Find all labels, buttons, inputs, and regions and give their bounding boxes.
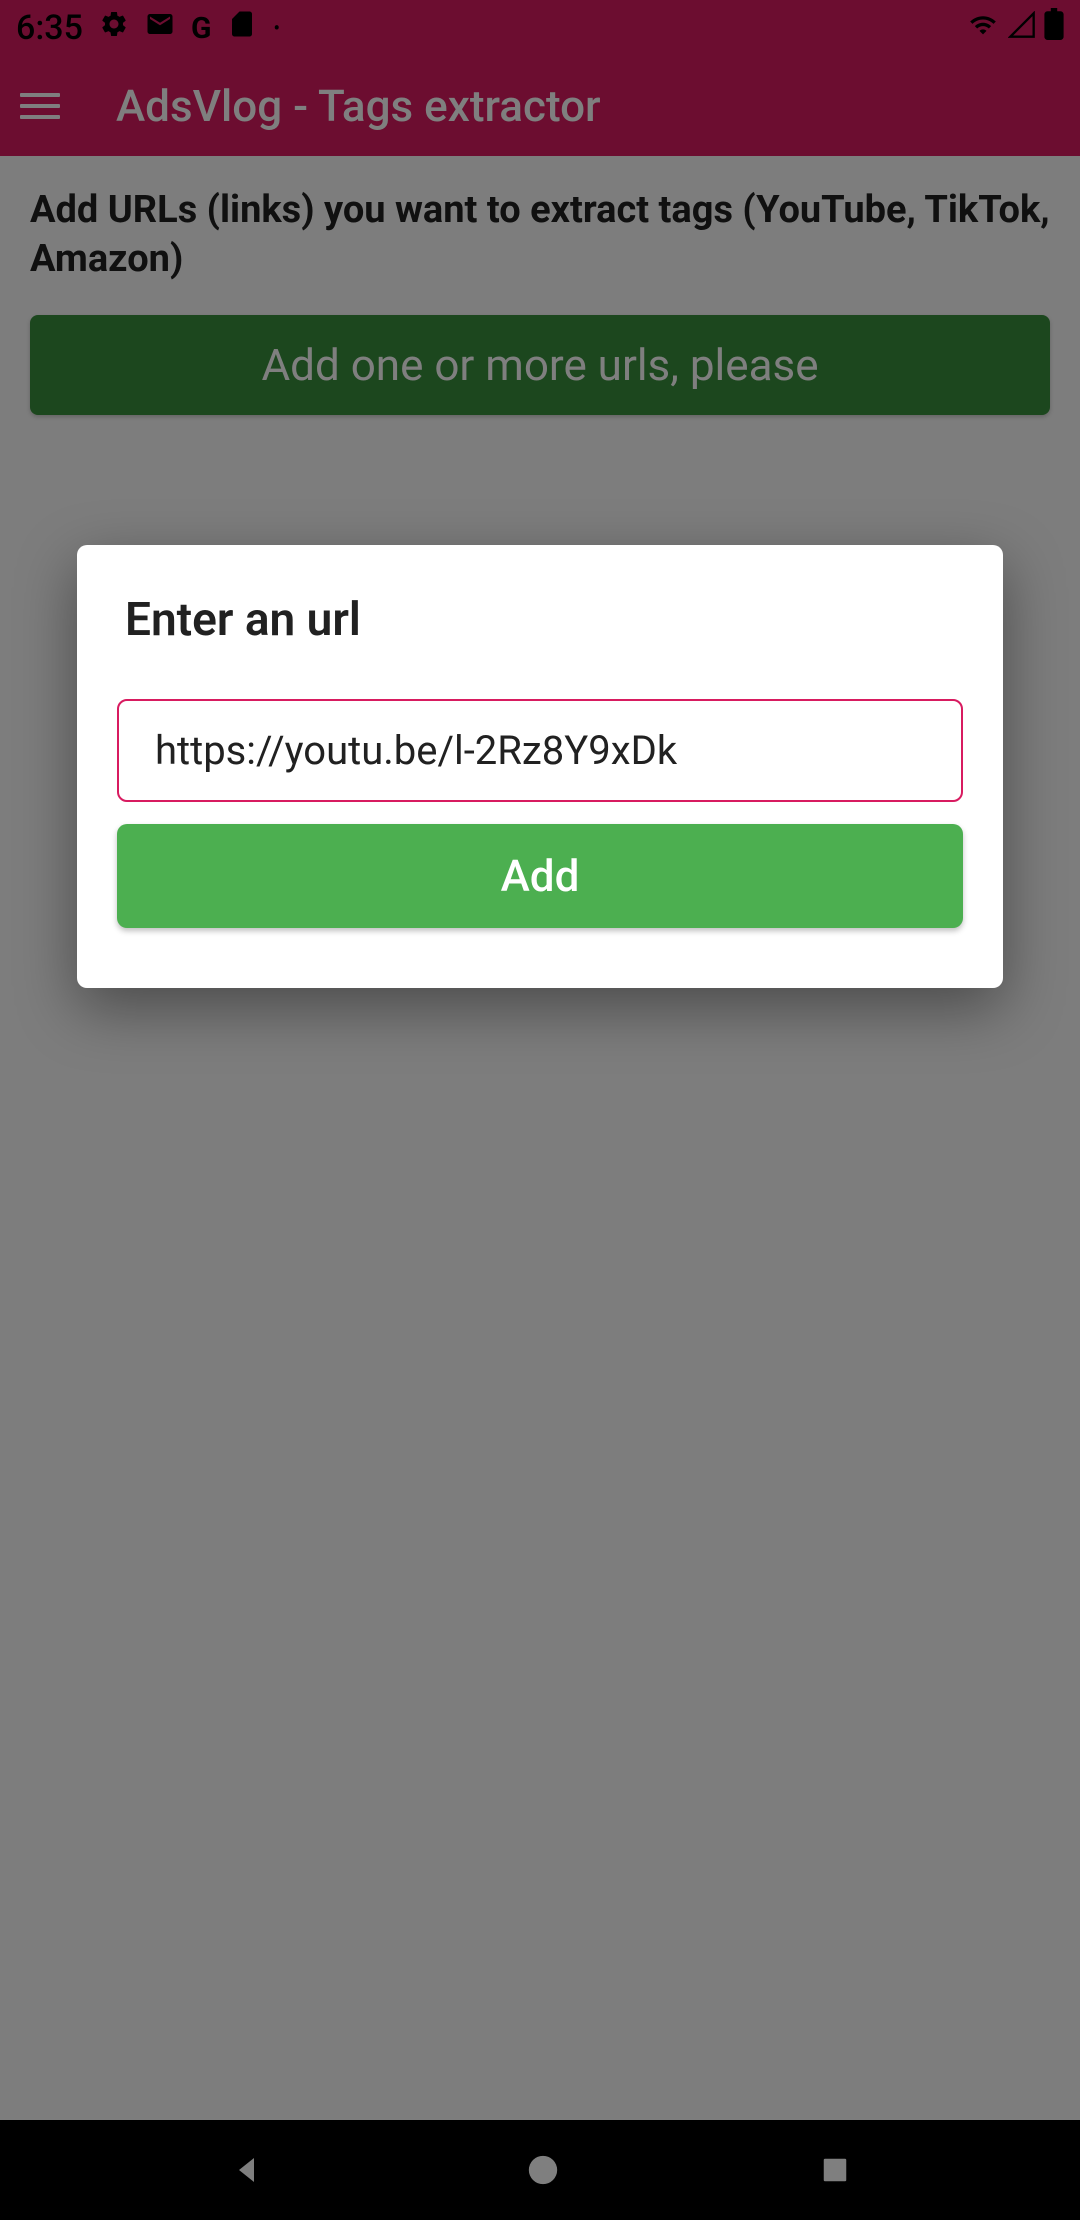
enter-url-dialog: Enter an url Add	[77, 545, 1003, 988]
dialog-title: Enter an url	[117, 593, 963, 647]
modal-overlay[interactable]	[0, 0, 1080, 2220]
url-input[interactable]	[117, 699, 963, 802]
add-button[interactable]: Add	[117, 824, 963, 928]
